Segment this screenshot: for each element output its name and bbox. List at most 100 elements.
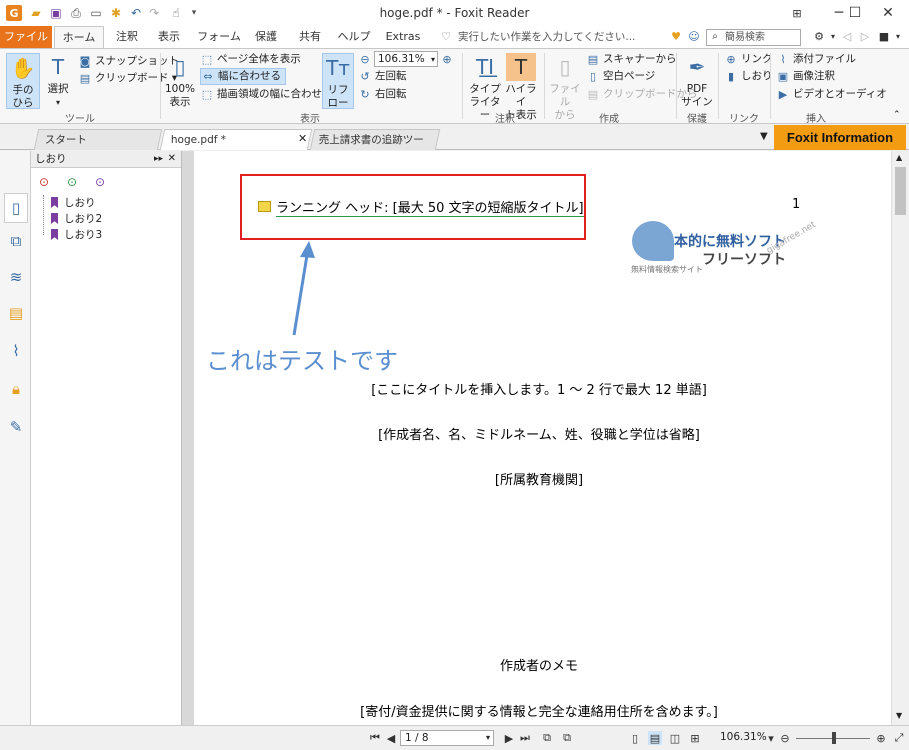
tab-protect[interactable]: 保護 xyxy=(248,26,284,48)
expand-bookmark-icon[interactable]: ⊙ xyxy=(39,175,49,189)
from-file-button[interactable]: ▯ ファイル から xyxy=(548,53,582,122)
add-bookmark-icon[interactable]: ⊙ xyxy=(67,175,77,189)
tab-home[interactable]: ホーム xyxy=(54,26,104,49)
bookmark-item[interactable]: しおり2 xyxy=(51,211,102,226)
fit-width-button[interactable]: ⇔ 幅に合わせる xyxy=(200,68,286,85)
zoom-select[interactable]: 106.31% ▾ xyxy=(374,51,438,67)
panel-splitter[interactable] xyxy=(182,151,194,725)
expand-panel-icon[interactable]: ▸▸ xyxy=(154,151,163,167)
pdf-sign-button[interactable]: ✒ PDF サイン xyxy=(680,53,714,109)
zoom-out-icon[interactable]: ⊖ xyxy=(358,51,375,68)
comments-icon[interactable]: ▤ xyxy=(6,303,26,323)
tab-view[interactable]: 表示 xyxy=(150,26,188,48)
bookmark-button[interactable]: ▮ しおり xyxy=(724,68,773,85)
continuous-facing-icon[interactable]: ⊞ xyxy=(688,731,702,745)
next-page-icon[interactable]: ▶ xyxy=(502,731,516,745)
doc-tab-hoge[interactable]: hoge.pdf * xyxy=(159,129,313,150)
scroll-down-icon[interactable]: ▼ xyxy=(896,711,902,720)
customize-qa-icon[interactable]: ▾ xyxy=(186,5,202,21)
blank-page-button[interactable]: ▯ 空白ページ xyxy=(586,68,655,85)
comment-note-icon[interactable] xyxy=(258,201,271,212)
save-icon[interactable]: ▣ xyxy=(48,5,64,21)
find-bookmark-icon[interactable]: ⊙ xyxy=(95,175,105,189)
facing-page-icon[interactable]: ◫ xyxy=(668,731,682,745)
hand-tool-button[interactable]: ✋ 手の ひら xyxy=(6,53,40,109)
continuous-page-icon[interactable]: ▤ xyxy=(648,731,662,745)
foxit-information-banner[interactable]: Foxit Information xyxy=(774,125,906,150)
attachments-icon[interactable]: ⌇ xyxy=(6,341,26,361)
next-view-icon[interactable]: ⧉ xyxy=(560,731,574,745)
doc-tab-start[interactable]: スタート xyxy=(33,129,163,150)
user-dropdown-icon[interactable]: ▾ xyxy=(892,26,904,48)
tab-file[interactable]: ファイル xyxy=(0,26,52,48)
doc-tab-invoice[interactable]: 売上請求書の追跡ツール... xyxy=(309,129,441,166)
close-button[interactable]: ✕ xyxy=(870,0,906,26)
rotate-left-button[interactable]: ↺ 左回転 xyxy=(358,68,406,85)
fit-visible-label: 描画領域の幅に合わせる xyxy=(217,88,333,100)
signature-icon[interactable]: ✎ xyxy=(6,417,26,437)
fit-page-button[interactable]: ⬚ ページ全体を表示 xyxy=(200,51,301,68)
fit-visible-button[interactable]: ⬚ 描画領域の幅に合わせる xyxy=(200,86,333,103)
new-icon[interactable]: ✱ xyxy=(108,5,124,21)
zoom-dropdown-icon[interactable]: ▾ xyxy=(764,731,778,745)
zoom-out-icon[interactable]: ⊖ xyxy=(778,731,792,745)
zoom-slider-thumb[interactable] xyxy=(832,732,836,744)
paperclip-icon: ⌇ xyxy=(780,53,786,66)
clipboard-button[interactable]: ▤ クリップボード ▾ xyxy=(78,70,177,87)
attach-file-button[interactable]: ⌇ 添付ファイル xyxy=(776,51,856,68)
collapse-ribbon-icon[interactable]: ⌃ xyxy=(893,107,901,124)
close-tab-icon[interactable]: ✕ xyxy=(298,132,307,145)
restore-layout-icon[interactable]: ⊞ xyxy=(784,0,810,26)
redo-icon[interactable]: ↷ xyxy=(146,5,162,21)
security-lock-icon[interactable]: 🔒︎ xyxy=(6,379,26,399)
tab-extras[interactable]: Extras xyxy=(382,26,424,48)
vertical-scrollbar[interactable]: ▲ ▼ xyxy=(891,151,909,725)
prev-page-icon[interactable]: ◀ xyxy=(384,731,398,745)
undo-icon[interactable]: ↶ xyxy=(128,5,144,21)
settings-gear-icon[interactable]: ⚙ xyxy=(810,26,828,48)
settings-dropdown-icon[interactable]: ▾ xyxy=(828,26,838,48)
nav-back-icon[interactable]: ◁ xyxy=(840,26,854,48)
actual-size-button[interactable]: ▯ 100% 表示 xyxy=(164,53,196,109)
maximize-button[interactable]: ☐ xyxy=(840,0,870,26)
tab-share[interactable]: 共有 xyxy=(292,26,328,48)
close-panel-icon[interactable]: ✕ xyxy=(168,151,176,167)
zoom-in-icon[interactable]: ⊕ xyxy=(440,51,457,68)
tab-comment[interactable]: 注釈 xyxy=(108,26,146,48)
reflow-button[interactable]: Tт リフ ロー xyxy=(322,53,354,109)
separator xyxy=(770,53,771,119)
heart-icon[interactable]: ♥ xyxy=(668,26,684,48)
pages-icon[interactable]: ⧉ xyxy=(6,231,26,251)
link-button[interactable]: ⊕ リンク xyxy=(724,51,772,68)
select-tool-button[interactable]: T 選択 ▾ xyxy=(42,53,74,109)
print-icon[interactable]: ⎙ xyxy=(68,5,84,21)
page-number-input[interactable]: 1 / 8 ▾ xyxy=(400,730,494,746)
scroll-thumb[interactable] xyxy=(895,167,906,215)
foxit-logo-icon[interactable]: G xyxy=(6,5,22,21)
single-page-icon[interactable]: ▯ xyxy=(628,731,642,745)
scroll-up-icon[interactable]: ▲ xyxy=(896,153,902,162)
tell-me-box[interactable]: 実行したい作業を入力してください... xyxy=(458,26,658,48)
nav-forward-icon[interactable]: ▷ xyxy=(858,26,872,48)
image-annotation-button[interactable]: ▣ 画像注釈 xyxy=(776,68,835,85)
zoom-in-icon[interactable]: ⊕ xyxy=(874,731,888,745)
tab-form[interactable]: フォーム xyxy=(194,26,244,48)
bulb-icon[interactable]: ☺ xyxy=(686,26,702,48)
video-audio-button[interactable]: ▶ ビデオとオーディオ xyxy=(776,86,887,103)
tab-list-dropdown-icon[interactable]: ▼ xyxy=(760,131,768,142)
from-scanner-button[interactable]: ▤ スキャナーから xyxy=(586,51,677,68)
expand-icon[interactable]: ⤢ xyxy=(892,731,906,745)
layers-icon[interactable]: ≋ xyxy=(6,267,26,287)
open-folder-icon[interactable]: ▰ xyxy=(28,5,44,21)
bookmark-item[interactable]: しおり3 xyxy=(51,227,102,242)
scan-icon[interactable]: ▭ xyxy=(88,5,104,21)
page-thumbnails-icon[interactable]: ▯ xyxy=(4,193,28,223)
user-avatar-icon[interactable]: ■ xyxy=(876,26,892,48)
rotate-right-button[interactable]: ↻ 右回転 xyxy=(358,86,406,103)
first-page-icon[interactable]: ⏮ xyxy=(368,731,382,745)
tab-help[interactable]: ヘルプ xyxy=(334,26,374,48)
last-page-icon[interactable]: ⏭ xyxy=(518,731,532,745)
hand-tool-qa-icon[interactable]: ☝ xyxy=(168,5,184,21)
previous-view-icon[interactable]: ⧉ xyxy=(540,731,554,745)
bookmark-item[interactable]: しおり xyxy=(51,195,96,210)
